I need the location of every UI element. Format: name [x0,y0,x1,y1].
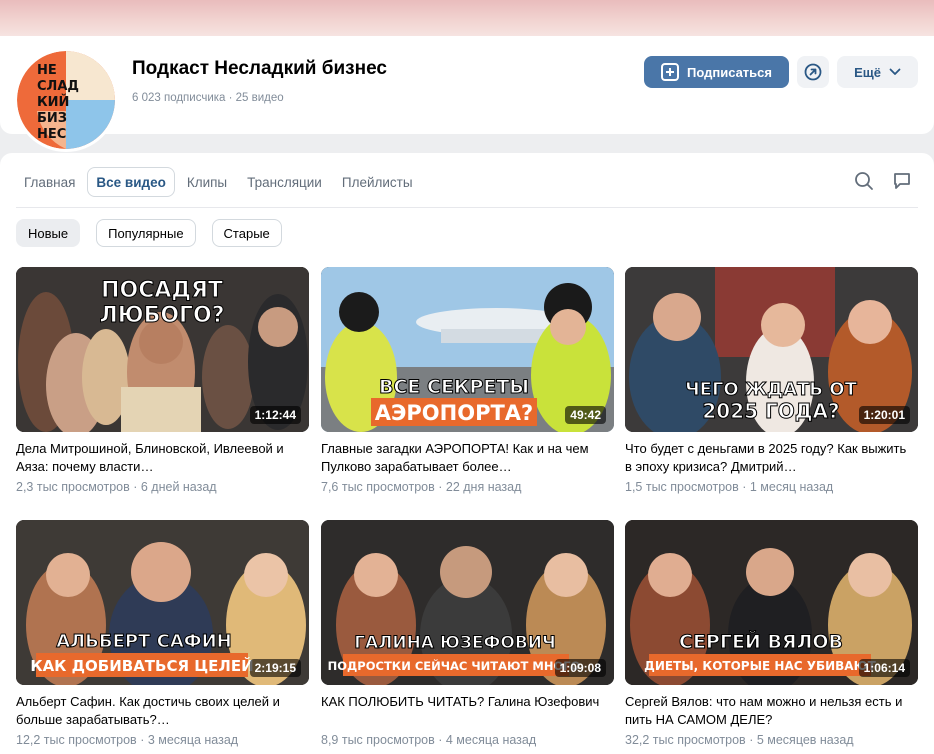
plus-icon [660,63,679,81]
video-thumbnail[interactable]: СЕРГЕЙ ВЯЛОВ ДИЕТЫ, КОТОРЫЕ НАС УБИВАЮТ … [625,520,918,685]
video-age: 1 месяц назад [749,480,834,494]
video-thumbnail[interactable]: АЛЬБЕРТ САФИН КАК ДОБИВАТЬСЯ ЦЕЛЕЙ 2:19:… [16,520,309,685]
more-button[interactable]: Ещё [837,56,918,88]
subscriber-count[interactable]: 6 023 подписчика [132,92,225,104]
video-card[interactable]: ГАЛИНА ЮЗЕФОВИЧ ПОДРОСТКИ СЕЙЧАС ЧИТАЮТ … [321,520,614,747]
video-meta: 1,5 тыс просмотров · 1 месяц назад [625,480,918,494]
video-title[interactable]: Что будет с деньгами в 2025 году? Как вы… [625,440,918,476]
tab-main[interactable]: Главная [16,167,83,197]
thumbnail-caption-2: ЛЮБОГО? [99,303,224,328]
video-meta: 8,9 тыс просмотров · 4 месяца назад [321,733,614,747]
filter-old[interactable]: Старые [211,219,282,247]
video-meta: 2,3 тыс просмотров · 6 дней назад [16,480,309,494]
meta-separator: · [228,92,236,104]
video-age: 4 месяца назад [445,733,537,747]
video-age: 5 месяцев назад [756,733,854,747]
share-button[interactable] [797,56,829,88]
subscribe-label: Подписаться [686,64,772,80]
channel-meta: 6 023 подписчика · 25 видео [132,92,284,104]
thumbnail-caption-1: СЕРГЕЙ ВЯЛОВ [679,630,843,653]
logo-line-2: СЛАД [37,79,79,94]
tab-streams[interactable]: Трансляции [239,167,330,197]
video-views: 1,5 тыс просмотров [625,480,739,494]
meta-separator: · [438,733,446,747]
subscribe-button[interactable]: Подписаться [644,56,789,88]
thumbnail-caption-2: 2025 ГОДА? [702,399,839,423]
tab-playlists[interactable]: Плейлисты [334,167,421,197]
share-arrow-icon [804,63,822,81]
video-thumbnail[interactable]: ПОСАДЯТ ЛЮБОГО? 1:12:44 [16,267,309,432]
thumbnail-caption-1: ЧЕГО ЖДАТЬ ОТ [685,379,857,400]
channel-logo: НЕ СЛАД КИЙ БИЗ НЕС [17,51,115,149]
video-duration: 1:09:08 [554,659,606,677]
video-views: 2,3 тыс просмотров [16,480,130,494]
video-views: 7,6 тыс просмотров [321,480,435,494]
video-duration: 1:06:14 [858,659,910,677]
video-views: 32,2 тыс просмотров [625,733,746,747]
comment-icon[interactable] [892,171,912,191]
search-icon[interactable] [854,171,874,191]
meta-separator: · [749,733,757,747]
meta-separator: · [742,480,750,494]
videos-panel: Главная Все видео Клипы Трансляции Плейл… [0,153,934,754]
video-title[interactable]: Альберт Сафин. Как достичь своих целей и… [16,693,309,729]
video-card[interactable]: ЧЕГО ЖДАТЬ ОТ 2025 ГОДА? 1:20:01 Что буд… [625,267,918,494]
video-thumbnail[interactable]: ЧЕГО ЖДАТЬ ОТ 2025 ГОДА? 1:20:01 [625,267,918,432]
tab-clips[interactable]: Клипы [179,167,235,197]
thumbnail-caption-1: АЛЬБЕРТ САФИН [56,631,231,652]
video-age: 3 месяца назад [147,733,239,747]
channel-cover [0,0,934,36]
video-thumbnail[interactable]: ГАЛИНА ЮЗЕФОВИЧ ПОДРОСТКИ СЕЙЧАС ЧИТАЮТ … [321,520,614,685]
filter-popular[interactable]: Популярные [96,219,196,247]
thumbnail-caption-2: ДИЕТЫ, КОТОРЫЕ НАС УБИВАЮТ [644,659,877,673]
thumbnail-caption-2: ПОДРОСТКИ СЕЙЧАС ЧИТАЮТ МНОГО [328,658,581,673]
video-title[interactable]: Сергей Вялов: что нам можно и нельзя ест… [625,693,918,729]
video-views: 12,2 тыс просмотров [16,733,137,747]
filter-new[interactable]: Новые [16,219,81,247]
logo-line-3: КИЙ [37,94,69,110]
video-title[interactable]: КАК ПОЛЮБИТЬ ЧИТАТЬ? Галина Юзефович [321,693,614,729]
video-age: 6 дней назад [140,480,217,494]
logo-line-5: НЕС [37,127,66,142]
video-age: 22 дня назад [445,480,522,494]
video-card[interactable]: АЛЬБЕРТ САФИН КАК ДОБИВАТЬСЯ ЦЕЛЕЙ 2:19:… [16,520,309,747]
more-label: Ещё [854,64,881,80]
channel-tabs: Главная Все видео Клипы Трансляции Плейл… [16,167,421,197]
logo-line-4: БИЗ [37,111,67,126]
video-duration: 2:19:15 [249,659,301,677]
meta-separator: · [140,733,148,747]
chevron-down-icon [889,68,901,75]
video-card[interactable]: ПОСАДЯТ ЛЮБОГО? 1:12:44 Дела Митрошиной,… [16,267,309,494]
thumbnail-caption-1: ГАЛИНА ЮЗЕФОВИЧ [354,633,556,653]
tab-all-videos[interactable]: Все видео [87,167,175,197]
channel-title: Подкаст Несладкий бизнес [132,58,387,79]
video-duration: 1:20:01 [858,406,910,424]
video-title[interactable]: Главные загадки АЭРОПОРТА! Как и на чем … [321,440,614,476]
video-duration: 1:12:44 [249,406,301,424]
video-views: 8,9 тыс просмотров [321,733,435,747]
thumbnail-caption-1: ПОСАДЯТ [101,278,223,303]
meta-separator: · [438,480,446,494]
thumbnail-caption-2: АЭРОПОРТА? [375,401,533,425]
video-meta: 7,6 тыс просмотров · 22 дня назад [321,480,614,494]
video-duration: 49:42 [565,406,606,424]
tabs-divider [16,207,918,208]
thumbnail-caption-2: КАК ДОБИВАТЬСЯ ЦЕЛЕЙ [30,656,253,675]
video-card[interactable]: СЕРГЕЙ ВЯЛОВ ДИЕТЫ, КОТОРЫЕ НАС УБИВАЮТ … [625,520,918,747]
video-meta: 12,2 тыс просмотров · 3 месяца назад [16,733,309,747]
channel-avatar[interactable]: НЕ СЛАД КИЙ БИЗ НЕС [14,48,118,152]
video-meta: 32,2 тыс просмотров · 5 месяцев назад [625,733,918,747]
video-count: 25 видео [235,92,284,104]
sort-filters: Новые Популярные Старые [16,219,282,247]
thumbnail-caption-1: ВСЕ СЕКРЕТЫ [379,376,529,398]
video-thumbnail[interactable]: ВСЕ СЕКРЕТЫ АЭРОПОРТА? 49:42 [321,267,614,432]
logo-line-1: НЕ [37,63,57,78]
video-card[interactable]: ВСЕ СЕКРЕТЫ АЭРОПОРТА? 49:42 Главные заг… [321,267,614,494]
tab-tools [854,171,912,191]
channel-header: НЕ СЛАД КИЙ БИЗ НЕС [0,36,934,152]
video-title[interactable]: Дела Митрошиной, Блиновской, Ивлеевой и … [16,440,309,476]
meta-separator: · [133,480,141,494]
